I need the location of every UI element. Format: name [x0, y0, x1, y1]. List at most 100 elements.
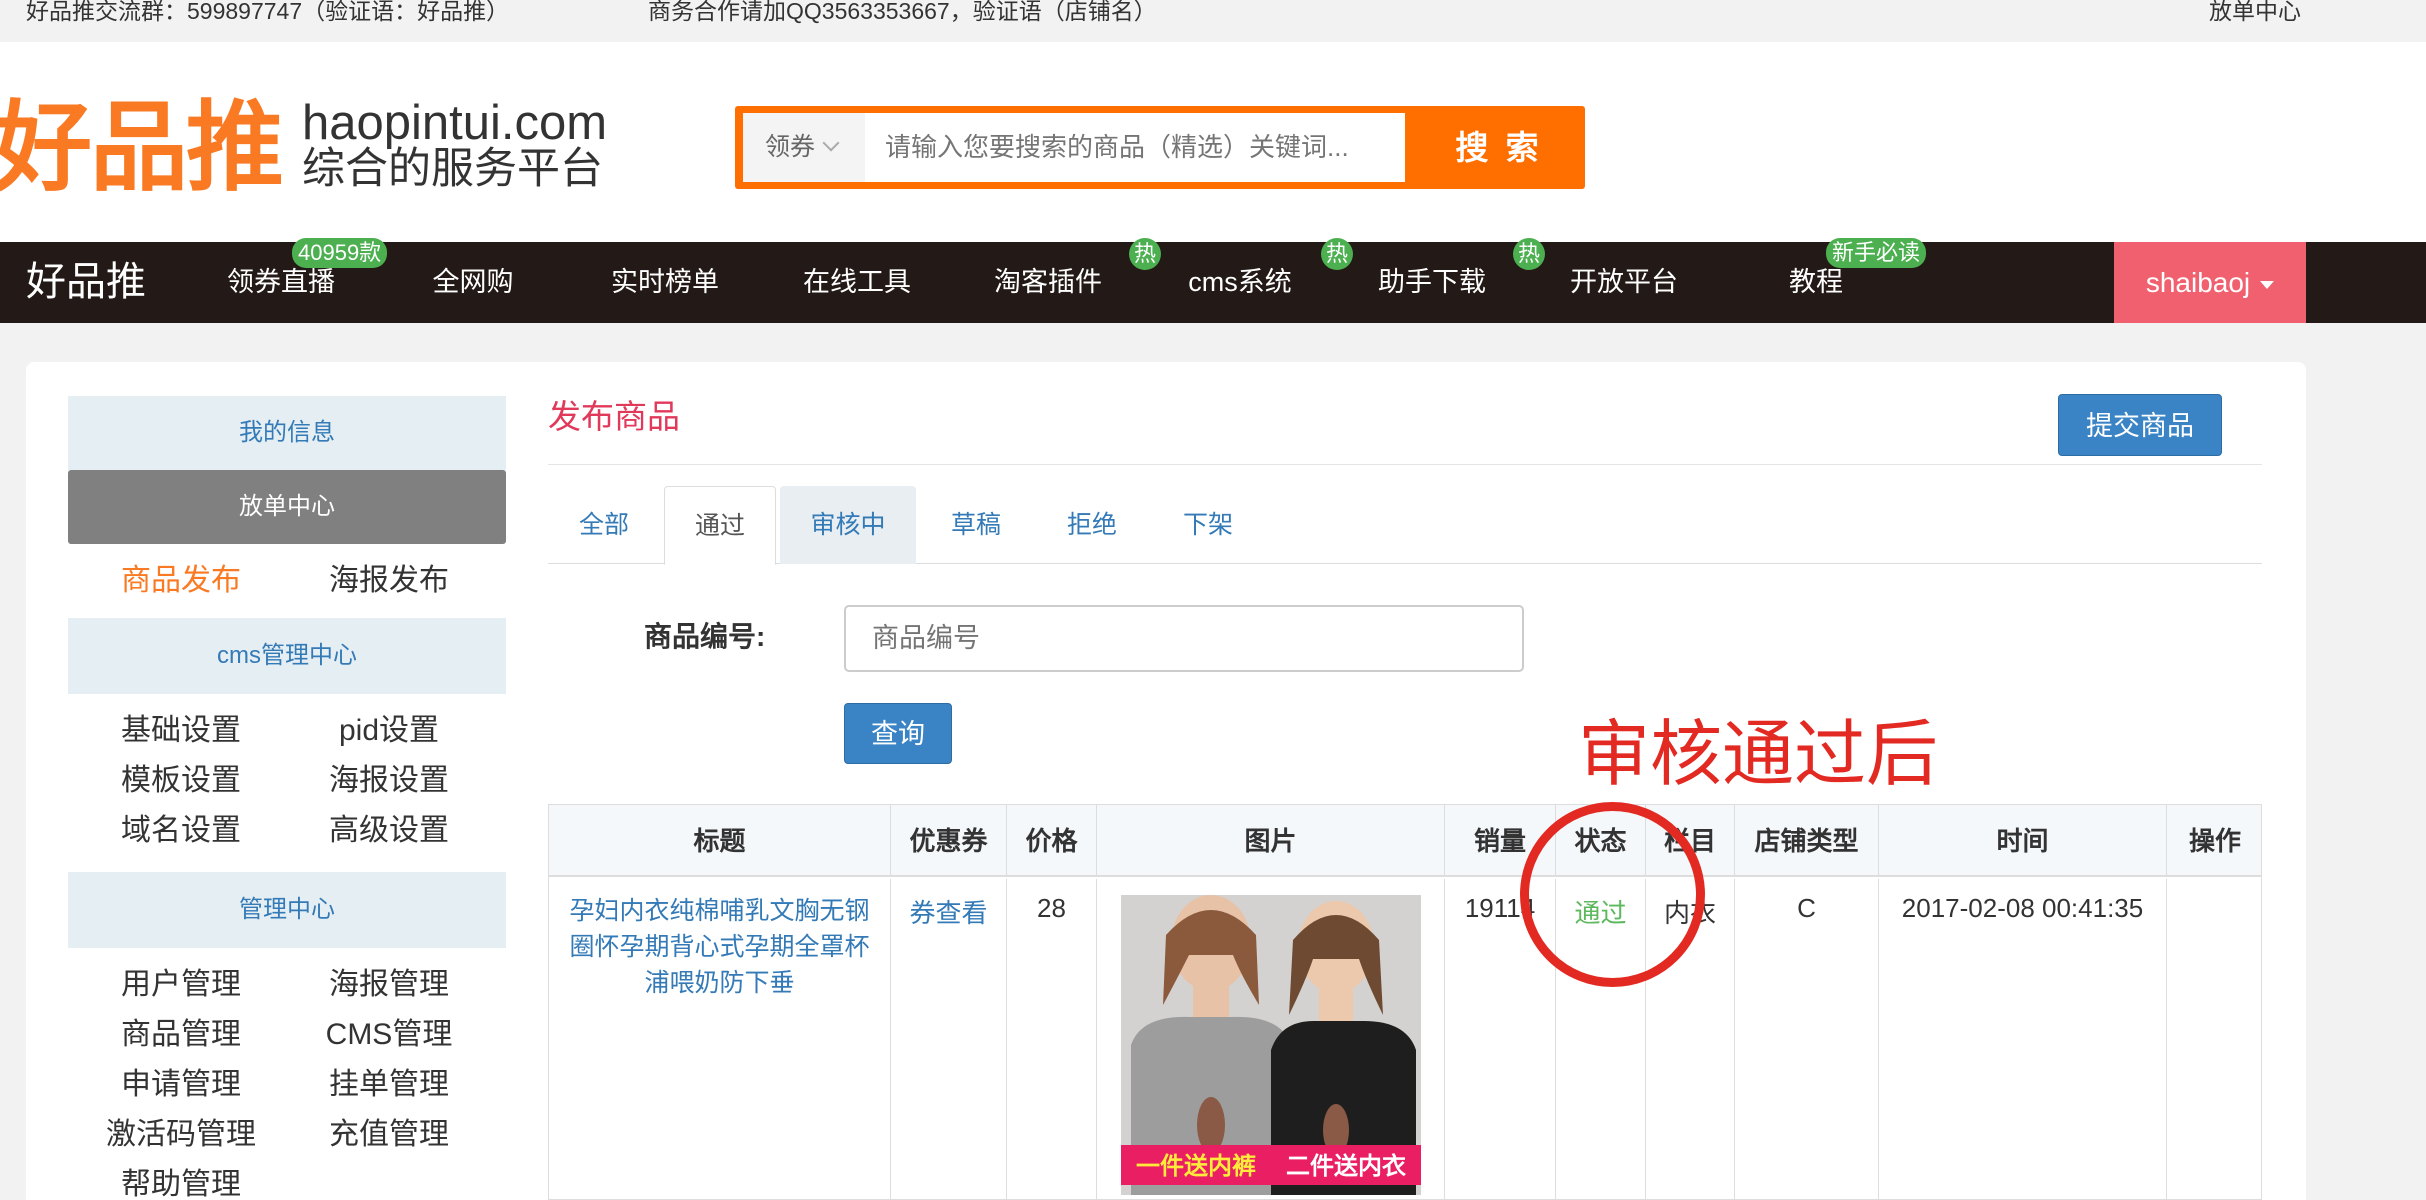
sidebar: 我的信息 放单中心 商品发布 海报发布 cms管理中心 基础设置 pid设置 模… — [68, 396, 506, 1200]
nav-label: 助手下载 — [1378, 267, 1486, 297]
column-header-shop-type: 店铺类型 — [1735, 805, 1879, 877]
image-banner-right: 二件送内衣 — [1286, 1152, 1406, 1180]
divider — [548, 464, 2262, 465]
tab-reviewing[interactable]: 审核中 — [780, 486, 916, 564]
search-input-wrap — [865, 113, 1405, 182]
table-cell-action — [2167, 879, 2261, 1199]
tab-all[interactable]: 全部 — [548, 486, 660, 564]
column-header-title: 标题 — [549, 805, 891, 877]
user-menu[interactable]: shaibaoj — [2114, 242, 2306, 323]
goods-id-label: 商品编号: — [644, 621, 766, 652]
search-type-select[interactable]: 领券 — [743, 113, 865, 182]
sidebar-my-info[interactable]: 我的信息 — [68, 396, 506, 470]
submit-goods-button[interactable]: 提交商品 — [2058, 394, 2222, 456]
sidebar-row: 激活码管理 充值管理 — [68, 1110, 506, 1160]
user-name: shaibaoj — [2145, 267, 2251, 298]
sidebar-row: 域名设置 高级设置 — [68, 806, 506, 856]
search-bar: 领券 搜 索 — [735, 106, 1585, 189]
search-type-label: 领券 — [765, 133, 816, 161]
main-nav: 好品推 领券直播 40959款 全网购 实时榜单 在线工具 淘客插件 热 cms… — [0, 238, 2426, 323]
sidebar-item-help-manage[interactable]: 帮助管理 — [68, 1160, 294, 1200]
nav-item-cms[interactable]: cms系统 — [1155, 242, 1325, 323]
tab-offline[interactable]: 下架 — [1152, 486, 1264, 564]
nav-item-all-shop[interactable]: 全网购 — [388, 242, 558, 323]
top-strip: 好品推交流群：599897747（验证语：好品推） 商务合作请加QQ356335… — [0, 0, 2426, 42]
sidebar-item-code-manage[interactable]: 激活码管理 — [68, 1110, 294, 1160]
table-cell-price: 28 — [1007, 879, 1097, 1199]
nav-brand[interactable]: 好品推 — [26, 242, 146, 323]
business-contact-text: 商务合作请加QQ3563353667，验证语（店铺名） — [648, 0, 1157, 24]
sidebar-item-poster-manage[interactable]: 海报管理 — [276, 960, 502, 1010]
nav-item-open-platform[interactable]: 开放平台 — [1539, 242, 1709, 323]
sidebar-row: 基础设置 pid设置 — [68, 706, 506, 756]
caret-down-icon — [2260, 280, 2275, 289]
sidebar-item-template-settings[interactable]: 模板设置 — [68, 756, 294, 806]
tab-rejected[interactable]: 拒绝 — [1036, 486, 1148, 564]
sidebar-item-pid-settings[interactable]: pid设置 — [276, 706, 502, 756]
image-banner-left: 一件送内裤 — [1136, 1152, 1256, 1180]
column-header-action: 操作 — [2188, 826, 2241, 856]
nav-label: 教程 — [1789, 267, 1843, 297]
sidebar-manage-center[interactable]: 管理中心 — [68, 872, 506, 948]
annotation-circle — [1520, 802, 1705, 987]
table-cell-shop-type: C — [1735, 879, 1879, 1199]
table-cell-image: 一件送内裤 二件送内衣 — [1097, 879, 1445, 1199]
sidebar-row: 用户管理 海报管理 — [68, 960, 506, 1010]
logo-chinese[interactable]: 好品推 — [0, 92, 284, 202]
sidebar-item-poster-settings[interactable]: 海报设置 — [276, 756, 502, 806]
column-header-price: 价格 — [1007, 805, 1097, 877]
nav-item-online-tools[interactable]: 在线工具 — [772, 242, 942, 323]
status-tabs: 全部 通过 审核中 草稿 拒绝 下架 — [548, 486, 2262, 565]
sidebar-item-recharge-manage[interactable]: 充值管理 — [276, 1110, 502, 1160]
tab-draft[interactable]: 草稿 — [920, 486, 1032, 564]
sidebar-item-advanced-settings[interactable]: 高级设置 — [276, 806, 502, 856]
sidebar-row: 帮助管理 — [68, 1160, 506, 1200]
sidebar-item-order-manage[interactable]: 挂单管理 — [276, 1060, 502, 1110]
nav-label: 在线工具 — [803, 267, 911, 297]
sidebar-cms-center[interactable]: cms管理中心 — [68, 618, 506, 694]
sidebar-order-center[interactable]: 放单中心 — [68, 470, 506, 544]
nav-item-download[interactable]: 助手下载 — [1347, 242, 1517, 323]
sidebar-item-publish-goods[interactable]: 商品发布 — [68, 544, 294, 618]
sidebar-row: 商品发布 海报发布 — [68, 544, 506, 618]
product-photo-graphic: 一件送内裤 二件送内衣 — [1121, 895, 1421, 1195]
qq-group-text: 好品推交流群：599897747（验证语：好品推） — [26, 0, 510, 24]
chevron-down-icon — [822, 134, 840, 152]
sidebar-row: 申请管理 挂单管理 — [68, 1060, 506, 1110]
goods-title-link[interactable]: 孕妇内衣纯棉哺乳文胸无钢圈怀孕期背心式孕期全罩杯浦喂奶防下垂 — [569, 897, 869, 997]
column-header-coupon: 优惠券 — [891, 805, 1007, 877]
query-button[interactable]: 查询 — [844, 703, 952, 764]
column-header-image: 图片 — [1097, 805, 1445, 877]
sidebar-item-user-manage[interactable]: 用户管理 — [68, 960, 294, 1010]
logo-domain: haopintui.com — [302, 96, 608, 150]
annotation-text: 审核通过后 — [1578, 715, 1939, 795]
nav-label: cms系统 — [1188, 267, 1292, 297]
product-image[interactable]: 一件送内裤 二件送内衣 — [1121, 895, 1421, 1195]
search-button[interactable]: 搜 索 — [1413, 106, 1585, 189]
goods-id-input[interactable] — [844, 605, 1524, 672]
nav-badge-count: 40959款 — [292, 238, 388, 268]
search-input[interactable] — [865, 113, 1405, 182]
sidebar-item-domain-settings[interactable]: 域名设置 — [68, 806, 294, 856]
table-cell-coupon: 券查看 — [891, 879, 1007, 1199]
site-header: 好品推 haopintui.com 综合的服务平台 领券 搜 索 — [0, 42, 2426, 242]
nav-label: 淘客插件 — [994, 267, 1102, 297]
sidebar-row: 商品管理 CMS管理 — [68, 1010, 506, 1060]
coupon-view-link[interactable]: 券查看 — [909, 898, 987, 928]
table-header: 标题 优惠券 价格 图片 销量 状态 栏目 店铺类型 时间 操作 — [549, 805, 2261, 877]
page-title: 发布商品 — [548, 398, 680, 435]
tab-approved[interactable]: 通过 — [664, 486, 776, 565]
sidebar-item-basic-settings[interactable]: 基础设置 — [68, 706, 294, 756]
nav-item-ranking[interactable]: 实时榜单 — [580, 242, 750, 323]
nav-badge-new: 新手必读 — [1826, 238, 1927, 268]
nav-item-plugin[interactable]: 淘客插件 — [963, 242, 1133, 323]
table-cell-title: 孕妇内衣纯棉哺乳文胸无钢圈怀孕期背心式孕期全罩杯浦喂奶防下垂 — [549, 879, 891, 1199]
nav-label: 领券直播 — [227, 267, 335, 297]
sidebar-item-goods-manage[interactable]: 商品管理 — [68, 1010, 294, 1060]
sidebar-item-apply-manage[interactable]: 申请管理 — [68, 1060, 294, 1110]
column-header-time: 时间 — [1879, 805, 2167, 877]
sidebar-item-cms-manage[interactable]: CMS管理 — [276, 1010, 502, 1060]
sidebar-item-publish-poster[interactable]: 海报发布 — [276, 544, 502, 618]
order-center-link[interactable]: 放单中心 — [2209, 0, 2301, 23]
table-cell-time: 2017-02-08 00:41:35 — [1879, 879, 2167, 1199]
